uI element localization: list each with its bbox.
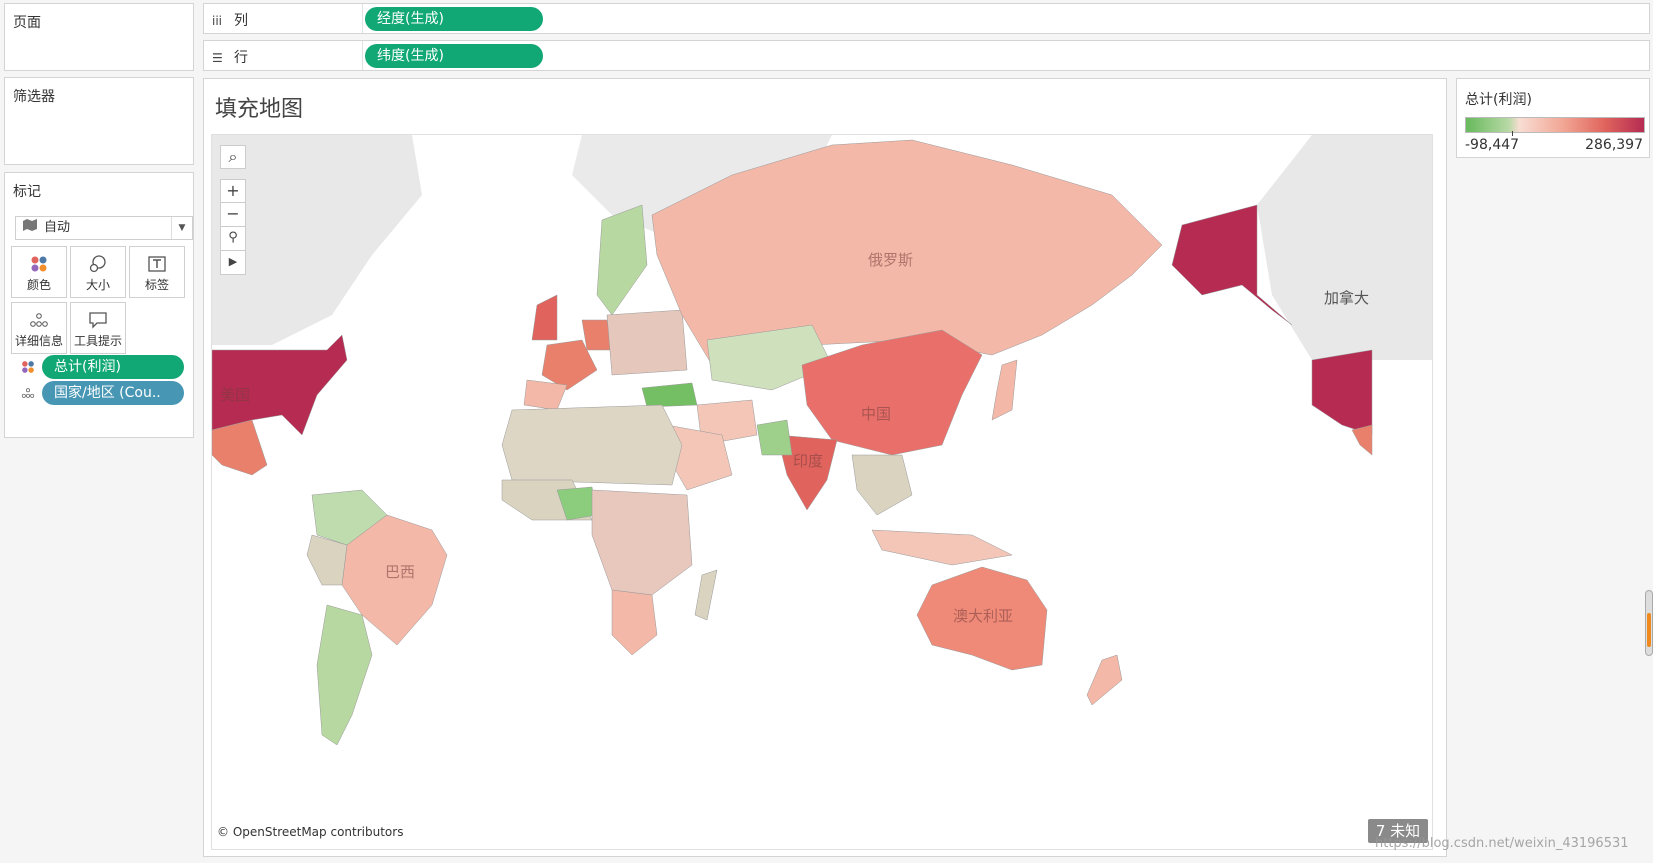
label-button[interactable]: 标签 bbox=[129, 246, 185, 298]
region-usa-east[interactable] bbox=[1311, 349, 1373, 436]
region-south-africa[interactable] bbox=[611, 589, 658, 656]
world-map[interactable] bbox=[212, 135, 1433, 850]
region-argentina[interactable] bbox=[316, 604, 373, 746]
region-scandinavia[interactable] bbox=[596, 204, 648, 316]
marks-card: 标记 自动 ▼ 颜色 大小 标签 详细信息 工具提示 总计(利润) 国家/地区 … bbox=[4, 172, 194, 438]
map-icon bbox=[22, 217, 38, 239]
expand-icon[interactable]: ▶ bbox=[220, 251, 246, 275]
pin-icon[interactable]: ⚲ bbox=[220, 227, 246, 251]
columns-icon: iii bbox=[212, 14, 223, 28]
region-central-africa[interactable] bbox=[591, 489, 693, 596]
rows-icon: ☰ bbox=[212, 51, 223, 65]
worksheet-view: 填充地图 俄罗斯 中国 印度 美国 巴西 澳大利亚 加拿大 ⌕ + − ⚲ ▶ … bbox=[203, 78, 1447, 857]
legend-title: 总计(利润) bbox=[1465, 92, 1532, 108]
region-japan[interactable] bbox=[991, 359, 1018, 421]
latitude-pill[interactable]: 纬度(生成) bbox=[365, 44, 543, 68]
tooltip-button-label: 工具提示 bbox=[73, 334, 122, 348]
label-china: 中国 bbox=[861, 405, 892, 423]
color-button-label: 颜色 bbox=[26, 278, 51, 292]
color-icon bbox=[12, 252, 66, 276]
zoom-in-icon[interactable]: + bbox=[220, 179, 246, 203]
label-russia: 俄罗斯 bbox=[868, 251, 914, 269]
zoom-out-icon[interactable]: − bbox=[220, 203, 246, 227]
size-icon bbox=[71, 252, 125, 276]
marks-title: 标记 bbox=[13, 184, 41, 200]
region-east-europe[interactable] bbox=[606, 309, 688, 376]
label-usa: 美国 bbox=[220, 386, 251, 404]
chevron-down-icon: ▼ bbox=[171, 217, 192, 239]
legend-min: -98,447 bbox=[1465, 137, 1520, 153]
region-madagascar[interactable] bbox=[694, 569, 718, 621]
pages-card: 页面 bbox=[4, 3, 194, 71]
filters-title: 筛选器 bbox=[13, 89, 55, 105]
region-mexico-right[interactable] bbox=[1351, 424, 1373, 456]
filters-card[interactable]: 筛选器 bbox=[4, 77, 194, 165]
color-legend[interactable]: 总计(利润) -98,447 286,397 bbox=[1456, 78, 1650, 158]
columns-shelf-label: 列 bbox=[234, 13, 248, 29]
profit-sum-pill[interactable]: 总计(利润) bbox=[42, 355, 184, 379]
label-australia: 澳大利亚 bbox=[953, 607, 1014, 625]
detail-icon bbox=[12, 308, 66, 332]
legend-gradient bbox=[1465, 117, 1645, 133]
region-china[interactable] bbox=[801, 329, 983, 456]
rows-shelf[interactable]: ☰ 行 纬度(生成) bbox=[203, 40, 1650, 71]
search-icon[interactable]: ⌕ bbox=[220, 145, 246, 169]
region-new-zealand[interactable] bbox=[1086, 654, 1123, 706]
label-brazil: 巴西 bbox=[385, 563, 416, 581]
mark-type-dropdown[interactable]: 自动 ▼ bbox=[15, 216, 193, 240]
columns-shelf[interactable]: iii 列 经度(生成) bbox=[203, 3, 1650, 34]
color-icon bbox=[21, 360, 35, 378]
map-toolbar: ⌕ + − ⚲ ▶ bbox=[220, 145, 246, 275]
worksheet-title[interactable]: 填充地图 bbox=[215, 91, 303, 123]
region-germany[interactable] bbox=[581, 319, 613, 351]
region-turkey[interactable] bbox=[641, 382, 698, 408]
region-indonesia[interactable] bbox=[871, 529, 1013, 566]
pages-title: 页面 bbox=[13, 15, 41, 31]
detail-button[interactable]: 详细信息 bbox=[11, 302, 67, 354]
region-uk[interactable] bbox=[531, 294, 558, 341]
region-southeast-asia[interactable] bbox=[851, 454, 913, 516]
region-pakistan[interactable] bbox=[756, 419, 793, 456]
size-button[interactable]: 大小 bbox=[70, 246, 126, 298]
filled-map[interactable]: 俄罗斯 中国 印度 美国 巴西 澳大利亚 加拿大 ⌕ + − ⚲ ▶ © Ope… bbox=[211, 134, 1433, 850]
canada-shape-right bbox=[1257, 135, 1432, 360]
map-credit: © OpenStreetMap contributors bbox=[217, 825, 404, 839]
tooltip-icon bbox=[71, 308, 125, 332]
side-scroll-handle[interactable] bbox=[1645, 590, 1653, 656]
label-canada: 加拿大 bbox=[1324, 289, 1370, 307]
region-north-africa[interactable] bbox=[501, 404, 683, 486]
region-mexico[interactable] bbox=[212, 419, 268, 476]
size-button-label: 大小 bbox=[85, 278, 110, 292]
rows-shelf-label: 行 bbox=[234, 50, 248, 66]
detail-button-label: 详细信息 bbox=[14, 334, 63, 348]
detail-icon bbox=[21, 387, 35, 403]
legend-zero-tick bbox=[1512, 131, 1513, 136]
tooltip-button[interactable]: 工具提示 bbox=[70, 302, 126, 354]
label-button-label: 标签 bbox=[144, 278, 169, 292]
country-pill[interactable]: 国家/地区 (Cou.. bbox=[42, 381, 184, 405]
color-button[interactable]: 颜色 bbox=[11, 246, 67, 298]
legend-max: 286,397 bbox=[1585, 137, 1643, 153]
mark-type-label: 自动 bbox=[44, 220, 71, 235]
longitude-pill[interactable]: 经度(生成) bbox=[365, 7, 543, 31]
region-spain[interactable] bbox=[523, 379, 568, 411]
watermark: https://blog.csdn.net/weixin_43196531 bbox=[1375, 836, 1629, 851]
label-icon bbox=[130, 252, 184, 276]
label-india: 印度 bbox=[793, 452, 824, 470]
